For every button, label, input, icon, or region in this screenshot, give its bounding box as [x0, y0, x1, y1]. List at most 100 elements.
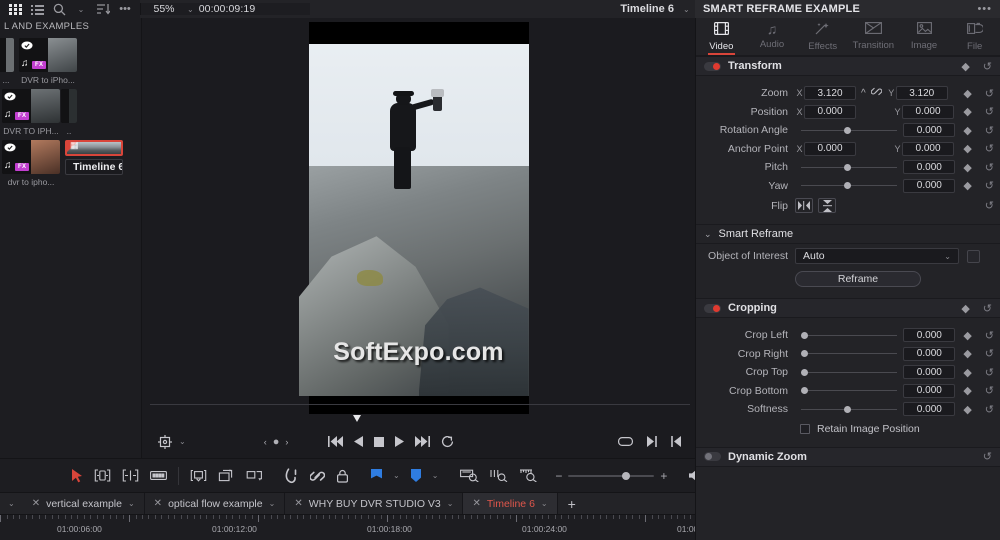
media-item-timeline-6[interactable]: ▦ Timeline 6 — [65, 140, 123, 187]
close-icon[interactable]: ✕ — [154, 498, 162, 509]
step-backward-icon[interactable] — [354, 436, 363, 447]
overwrite-clip-icon[interactable] — [218, 469, 235, 482]
reset-icon[interactable]: ↺ — [985, 403, 994, 416]
tab-list-caret-icon[interactable]: ⌄ — [0, 499, 23, 508]
keyframe-icon[interactable]: ◆ — [961, 60, 969, 73]
grid-view-icon[interactable] — [4, 0, 26, 18]
zoom-y-field[interactable]: 3.120 — [896, 86, 948, 100]
close-icon[interactable]: ✕ — [294, 498, 302, 509]
cropping-enable-toggle[interactable] — [704, 304, 721, 313]
media-thumbnail-partial[interactable]: ... — [0, 38, 14, 85]
keyframe-icon[interactable]: ◆ — [963, 179, 971, 192]
keyframe-icon[interactable]: ◆ — [963, 403, 971, 416]
section-header-cropping[interactable]: Cropping ◆ ↺ — [696, 298, 1000, 318]
play-icon[interactable] — [395, 436, 404, 447]
marker-prev-icon[interactable]: ‹ — [264, 437, 267, 447]
rotation-angle-slider[interactable] — [801, 123, 897, 137]
media-item-dvr-to-iphone-1[interactable]: ♫ FX DVR to iPho... — [19, 38, 77, 85]
trim-edit-mode-icon[interactable] — [94, 469, 111, 482]
yaw-field[interactable]: 0.000 — [903, 179, 955, 193]
media-pool-options-icon[interactable]: ••• — [114, 0, 136, 18]
keyframe-icon[interactable]: ◆ — [963, 329, 971, 342]
object-of-interest-select[interactable]: Auto ⌄ — [795, 248, 959, 264]
chevron-down-icon[interactable]: ⌄ — [704, 229, 712, 240]
keyframe-icon[interactable]: ◆ — [963, 105, 971, 118]
link-xy-icon[interactable] — [871, 86, 882, 100]
keyframe-icon[interactable]: ◆ — [963, 366, 971, 379]
keyframe-icon[interactable]: ◆ — [963, 124, 971, 137]
reset-icon[interactable]: ↺ — [983, 60, 992, 73]
media-item-dvr-to-ipho-3[interactable]: ♫ FX dvr to ipho... — [2, 140, 60, 187]
marker-color-icon[interactable] — [411, 469, 421, 482]
crop-bottom-field[interactable]: 0.000 — [903, 384, 955, 398]
crop-top-field[interactable]: 0.000 — [903, 365, 955, 379]
fit-to-screen-icon[interactable] — [618, 436, 633, 447]
timeline-tab-vertical-example[interactable]: ✕ vertical example ⌄ — [23, 493, 145, 515]
flip-vertical-button[interactable] — [818, 198, 836, 213]
zoom-to-fit-icon[interactable] — [460, 469, 479, 482]
softness-slider[interactable] — [801, 402, 897, 416]
transform-enable-toggle[interactable] — [704, 62, 721, 71]
crop-top-slider[interactable] — [801, 365, 897, 379]
zoom-x-field[interactable]: 3.120 — [804, 86, 856, 100]
razor-edit-icon[interactable] — [150, 470, 167, 481]
chevron-down-icon[interactable]: ⌄ — [447, 499, 454, 508]
timeline-tab-timeline-6[interactable]: ✕ Timeline 6 ⌄ — [463, 493, 557, 515]
reset-icon[interactable]: ↺ — [985, 142, 994, 155]
overlay-caret-icon[interactable]: ⌄ — [179, 437, 186, 446]
reset-icon[interactable]: ↺ — [985, 199, 994, 212]
section-header-transform[interactable]: Transform ◆ ↺ — [696, 56, 1000, 76]
position-x-field[interactable]: 0.000 — [804, 105, 856, 119]
inspector-options-icon[interactable]: ••• — [977, 3, 992, 15]
tab-audio[interactable]: ♫ Audio — [747, 18, 798, 55]
tab-transition[interactable]: Transition — [848, 18, 899, 55]
timeline-tab-why-buy-dvr-studio-v3[interactable]: ✕ WHY BUY DVR STUDIO V3 ⌄ — [285, 493, 463, 515]
snapping-icon[interactable] — [285, 468, 299, 484]
crop-left-field[interactable]: 0.000 — [903, 328, 955, 342]
section-header-smart-reframe[interactable]: ⌄ Smart Reframe — [696, 224, 1000, 244]
reset-icon[interactable]: ↺ — [985, 105, 994, 118]
tab-file[interactable]: File — [949, 18, 1000, 55]
jump-to-start-icon[interactable] — [328, 436, 343, 447]
timeline-select-caret-icon[interactable]: ⌄ — [683, 5, 690, 14]
object-picker-button[interactable] — [967, 250, 980, 263]
keyframe-icon[interactable]: ◆ — [961, 302, 969, 315]
zoom-caret-icon[interactable]: ⌄ — [187, 5, 194, 14]
custom-zoom-icon[interactable] — [519, 469, 538, 482]
anchor-x-field[interactable]: 0.000 — [804, 142, 856, 156]
media-item-dvr-to-iphone-2[interactable]: ♫ FX DVR TO IPH... — [2, 89, 60, 136]
add-timeline-button[interactable]: + — [558, 496, 586, 512]
reframe-button[interactable]: Reframe — [795, 271, 921, 287]
chevron-down-icon[interactable]: ⌄ — [128, 499, 135, 508]
softness-field[interactable]: 0.000 — [903, 402, 955, 416]
pitch-field[interactable]: 0.000 — [903, 160, 955, 174]
reset-icon[interactable]: ↺ — [985, 384, 994, 397]
reset-icon[interactable]: ↺ — [985, 347, 994, 360]
tab-video[interactable]: Video — [696, 18, 747, 55]
expand-caret-icon[interactable]: ^ — [861, 88, 866, 99]
timeline-zoom-slider[interactable]: − + — [555, 469, 667, 483]
timeline-tab-optical-flow-example[interactable]: ✕ optical flow example ⌄ — [145, 493, 286, 515]
marker-add-icon[interactable]: ● — [273, 436, 280, 448]
reset-icon[interactable]: ↺ — [985, 366, 994, 379]
media-thumbnail-partial-2[interactable]: .. — [61, 89, 77, 136]
viewer-playhead[interactable] — [353, 415, 361, 422]
yaw-slider[interactable] — [801, 179, 897, 193]
section-header-dynamic-zoom[interactable]: Dynamic Zoom ↺ — [696, 447, 1000, 467]
dynamic-trim-mode-icon[interactable] — [122, 469, 139, 482]
chevron-down-icon[interactable]: ⌄ — [541, 499, 548, 508]
insert-clip-icon[interactable] — [190, 469, 207, 482]
crop-right-slider[interactable] — [801, 347, 897, 361]
stop-icon[interactable] — [374, 437, 384, 447]
keyframe-icon[interactable]: ◆ — [963, 347, 971, 360]
marker-next-icon[interactable]: › — [285, 437, 288, 447]
reset-icon[interactable]: ↺ — [985, 161, 994, 174]
viewer-zoom-level[interactable]: 55% — [141, 3, 187, 15]
close-icon[interactable]: ✕ — [472, 498, 480, 509]
marker-caret-icon[interactable]: ⌄ — [432, 471, 439, 480]
lock-track-icon[interactable] — [336, 469, 349, 483]
zoom-in-icon[interactable]: + — [660, 469, 667, 483]
zoom-out-icon[interactable]: − — [555, 469, 562, 483]
close-icon[interactable]: ✕ — [32, 498, 40, 509]
retain-image-position-row[interactable]: Retain Image Position — [696, 419, 1000, 439]
